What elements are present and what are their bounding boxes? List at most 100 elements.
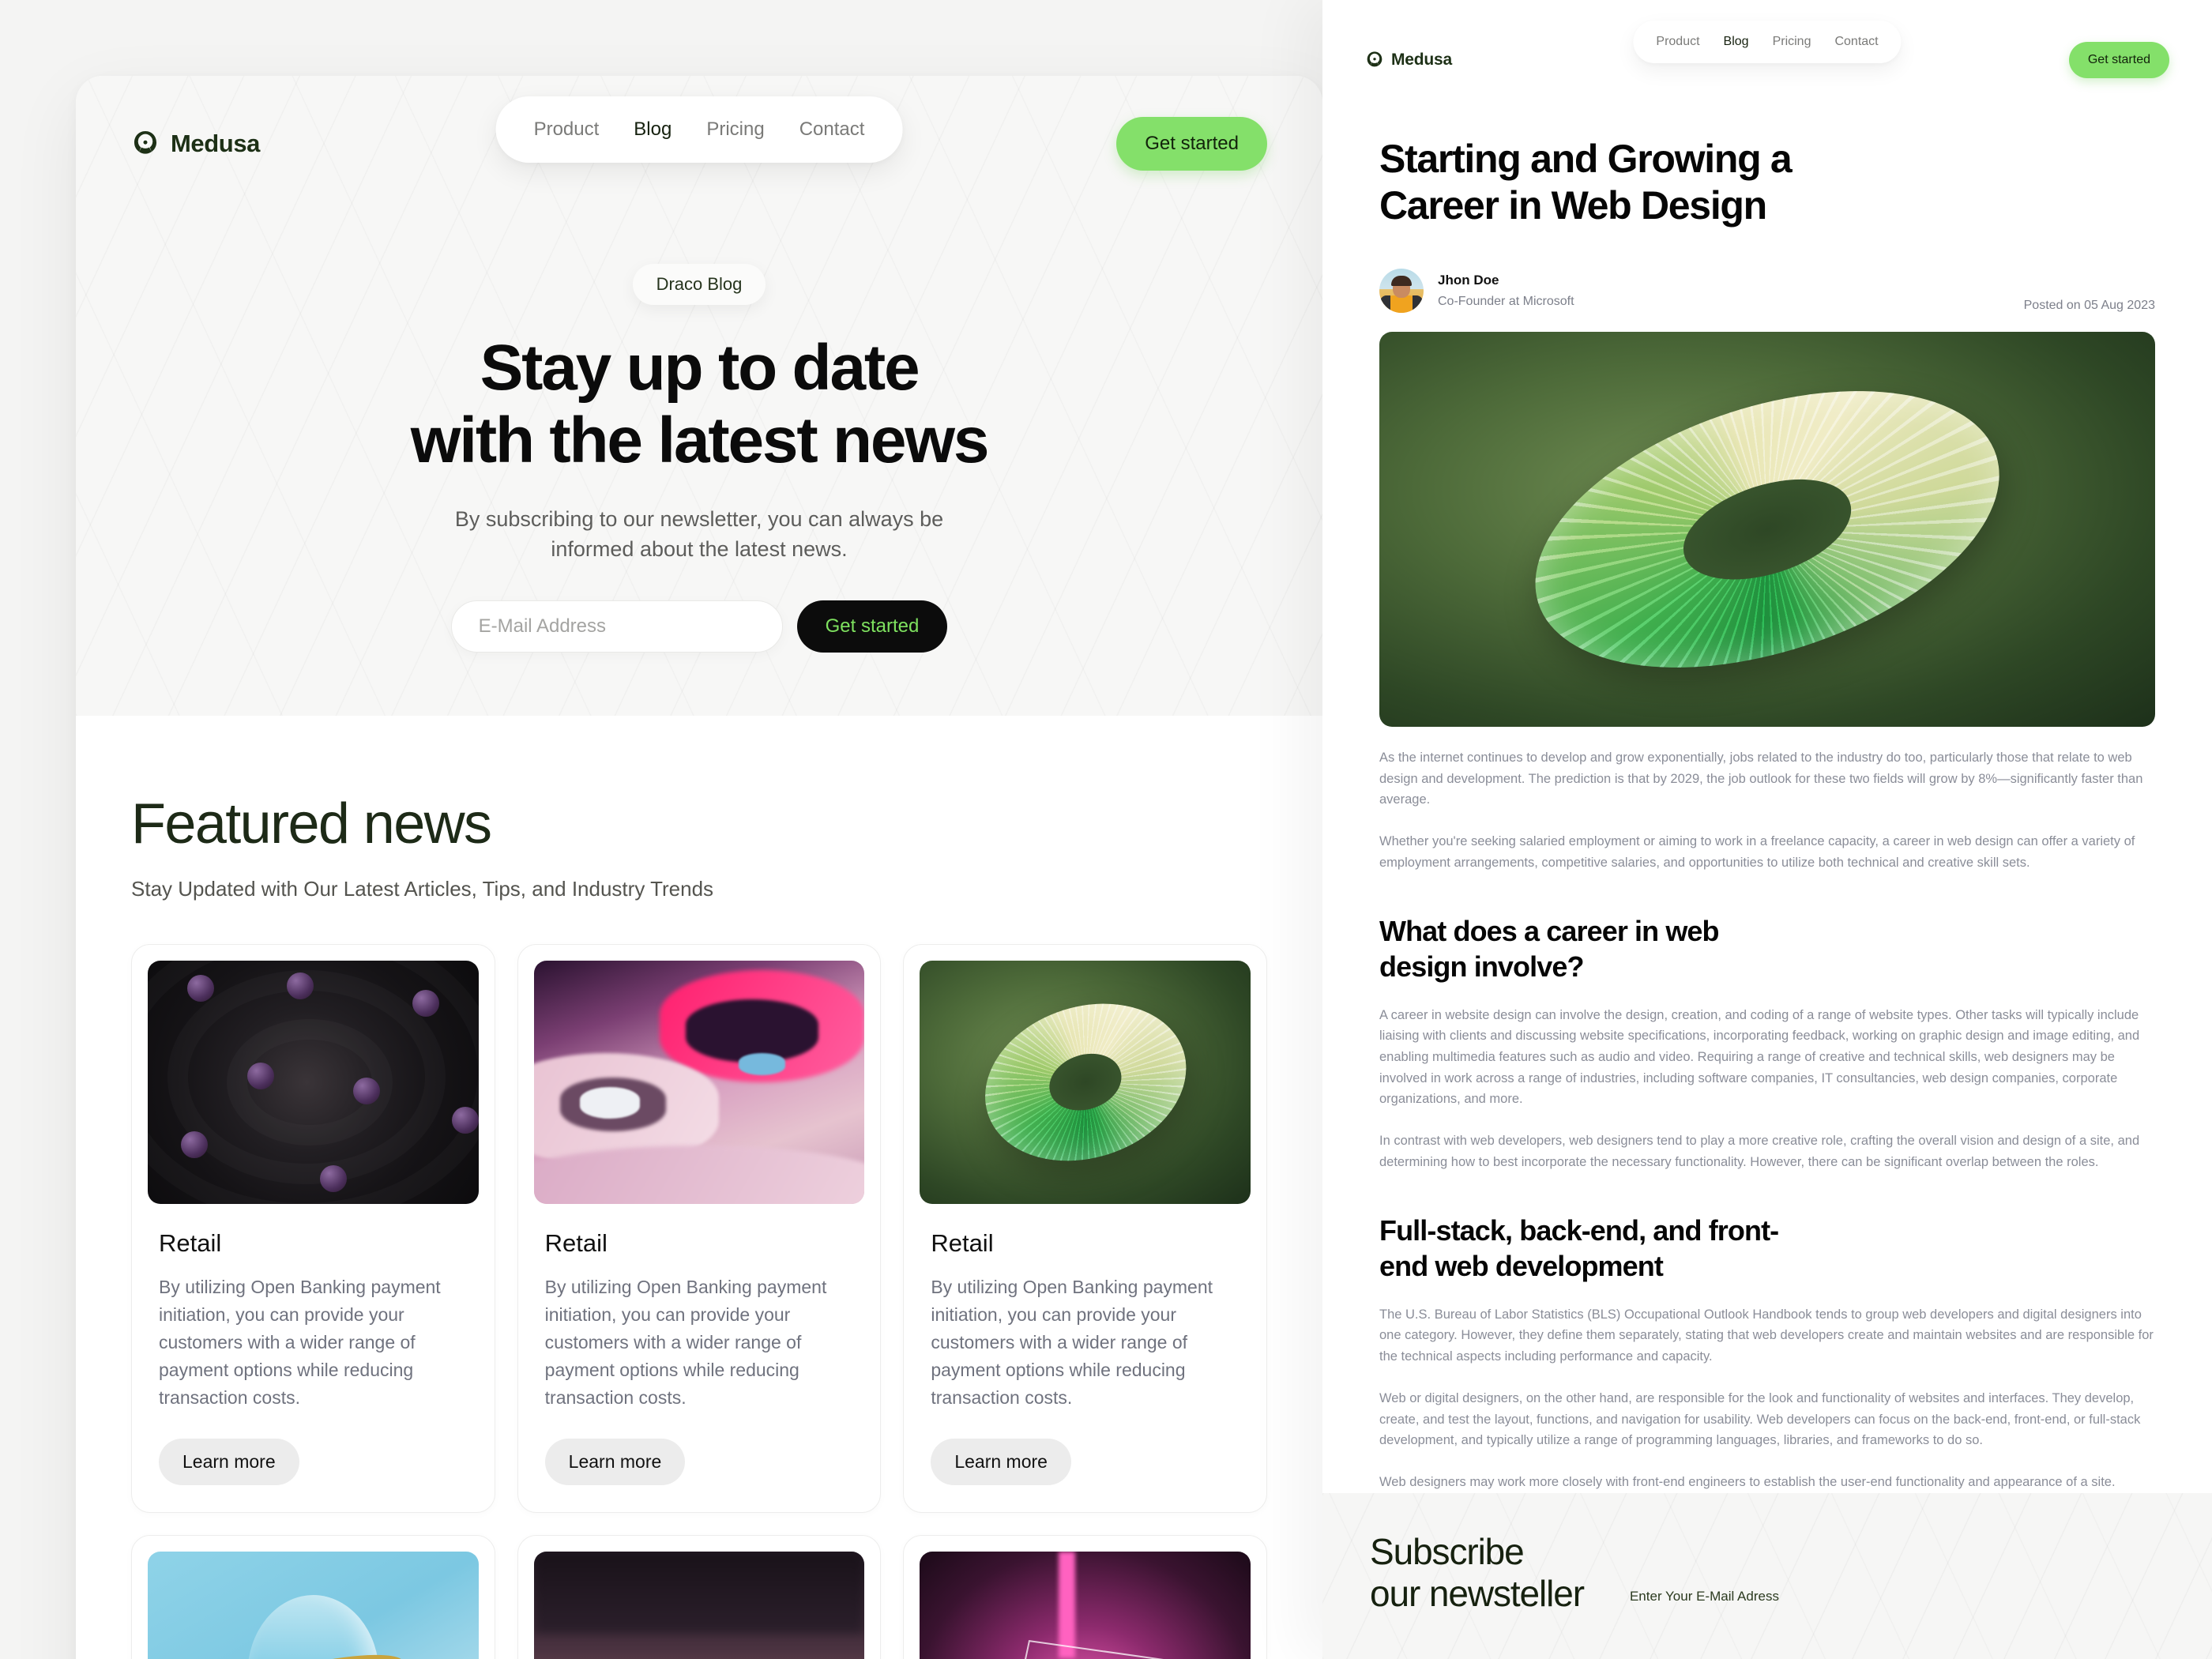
card-description: By utilizing Open Banking payment initia… xyxy=(544,1277,827,1408)
news-card[interactable]: Retail By utilizing Open Banking payment… xyxy=(903,944,1267,1513)
pink-cylinder-dark-thumbnail xyxy=(533,1551,865,1659)
card-body: Retail By utilizing Open Banking payment… xyxy=(920,1229,1251,1485)
site-header: Medusa Product Blog Pricing Contact Get … xyxy=(76,76,1322,171)
nav-item-contact[interactable]: Contact xyxy=(782,114,882,145)
featured-cards-row-2 xyxy=(131,1534,1267,1659)
featured-news-section: Featured news Stay Updated with Our Late… xyxy=(76,716,1322,1659)
author-block: Jhon Doe Co-Founder at Microsoft xyxy=(1438,273,1574,309)
subscribe-footer: Subscribe our newsteller Enter Your E-Ma… xyxy=(1322,1493,2212,1659)
posted-date: Posted on 05 Aug 2023 xyxy=(2023,299,2155,312)
learn-more-button[interactable]: Learn more xyxy=(931,1438,1071,1485)
pink-neon-waves-abstract-thumbnail xyxy=(533,961,865,1204)
card-title: Retail xyxy=(544,1229,608,1257)
nav-item-contact[interactable]: Contact xyxy=(1823,32,1890,52)
article-body: Starting and Growing a Career in Web Des… xyxy=(1322,93,2212,1493)
blog-landing-panel: Medusa Product Blog Pricing Contact Get … xyxy=(76,76,1322,1659)
subscribe-heading-line2: our newsteller xyxy=(1370,1573,1585,1615)
newsletter-form: Get started xyxy=(76,600,1322,653)
brand-name: Medusa xyxy=(1391,51,1452,69)
article-title-line1: Starting and Growing a xyxy=(1379,137,1793,181)
article-meta: Jhon Doe Co-Founder at Microsoft Posted … xyxy=(1379,269,2155,313)
card-image xyxy=(920,961,1251,1204)
subscribe-heading: Subscribe our newsteller xyxy=(1370,1531,1585,1616)
article-paragraph: Web designers may work more closely with… xyxy=(1379,1474,2116,1489)
header-get-started-button[interactable]: Get started xyxy=(2068,42,2169,78)
featured-cards-row-1: Retail By utilizing Open Banking payment… xyxy=(131,944,1267,1513)
card-description: By utilizing Open Banking payment initia… xyxy=(931,1277,1213,1408)
card-image xyxy=(148,961,479,1204)
article-paragraph: As the internet continues to develop and… xyxy=(1379,750,2143,807)
section2-heading-line2: design involve? xyxy=(1379,950,1584,983)
section3-heading-line2: end web development xyxy=(1379,1249,1664,1282)
brand-name: Medusa xyxy=(171,130,261,157)
article-paragraph: Web or digital designers, on the other h… xyxy=(1379,1390,2141,1448)
news-card[interactable] xyxy=(903,1534,1267,1659)
dark-spheres-abstract-thumbnail xyxy=(148,961,479,1204)
card-image xyxy=(533,1551,865,1659)
hero-subtitle: By subscribing to our newsletter, you ca… xyxy=(76,504,1322,565)
hero-title-line1: Stay up to date xyxy=(480,332,920,404)
newsletter-submit-button[interactable]: Get started xyxy=(796,600,948,653)
author-role: Co-Founder at Microsoft xyxy=(1438,295,1574,308)
nav-item-product[interactable]: Product xyxy=(1644,32,1711,52)
learn-more-button[interactable]: Learn more xyxy=(159,1438,299,1485)
brand-logo[interactable]: Medusa xyxy=(1365,51,1452,70)
screenshot-stage: Medusa Product Blog Pricing Contact Get … xyxy=(0,0,2212,1659)
green-fluted-torus-thumbnail xyxy=(920,961,1251,1204)
email-input[interactable] xyxy=(450,600,783,653)
article-paragraph: A career in website design can involve t… xyxy=(1379,1007,2140,1107)
section2-heading-line1: What does a career in web xyxy=(1379,914,1720,947)
green-fluted-torus-hero xyxy=(1379,332,2155,727)
article-section-heading: Full-stack, back-end, and front- end web… xyxy=(1379,1213,2155,1284)
hero-title-line2: with the latest news xyxy=(410,404,990,476)
hero-title: Stay up to date with the latest news xyxy=(76,332,1322,477)
main-nav: Product Blog Pricing Contact xyxy=(495,96,903,163)
nav-item-pricing[interactable]: Pricing xyxy=(689,114,781,145)
subscribe-email-label[interactable]: Enter Your E-Mail Adress xyxy=(1630,1589,1779,1604)
card-image xyxy=(920,1551,1251,1659)
card-body: Retail By utilizing Open Banking payment… xyxy=(534,1229,865,1485)
nav-item-pricing[interactable]: Pricing xyxy=(1761,32,1823,52)
featured-subheading: Stay Updated with Our Latest Articles, T… xyxy=(131,877,714,901)
hero-subtitle-line2: informed about the latest news. xyxy=(551,536,848,561)
news-card[interactable] xyxy=(517,1534,882,1659)
avatar xyxy=(1379,269,1424,313)
blue-sphere-ring-thumbnail xyxy=(148,1551,479,1659)
section3-heading-line1: Full-stack, back-end, and front- xyxy=(1379,1213,1779,1247)
medusa-logo-icon xyxy=(1367,51,1382,67)
hero-content: Draco Blog Stay up to date with the late… xyxy=(76,264,1322,653)
article-hero-image xyxy=(1379,332,2155,727)
medusa-logo-icon xyxy=(134,131,156,154)
article-site-header: Medusa Product Blog Pricing Contact Get … xyxy=(1322,0,2212,93)
article-title: Starting and Growing a Career in Web Des… xyxy=(1379,136,2155,229)
subscribe-heading-line1: Subscribe xyxy=(1370,1531,1525,1572)
article-detail-panel: Medusa Product Blog Pricing Contact Get … xyxy=(1322,0,2212,1659)
article-paragraph: In contrast with web developers, web des… xyxy=(1379,1134,2140,1169)
nav-item-blog[interactable]: Blog xyxy=(616,114,689,145)
news-card[interactable] xyxy=(131,1534,495,1659)
article-paragraph: The U.S. Bureau of Labor Statistics (BLS… xyxy=(1379,1307,2154,1364)
news-card[interactable]: Retail By utilizing Open Banking payment… xyxy=(517,944,882,1513)
card-title: Retail xyxy=(931,1229,994,1257)
header-get-started-button[interactable]: Get started xyxy=(1116,117,1267,171)
learn-more-button[interactable]: Learn more xyxy=(544,1438,686,1485)
nav-item-blog[interactable]: Blog xyxy=(1712,32,1761,52)
article-paragraph: Whether you're seeking salaried employme… xyxy=(1379,834,2135,870)
hero-subtitle-line1: By subscribing to our newsletter, you ca… xyxy=(454,506,944,531)
article-section-heading: What does a career in web design involve… xyxy=(1379,913,2155,984)
author-name: Jhon Doe xyxy=(1438,273,1499,288)
main-nav: Product Blog Pricing Contact xyxy=(1633,21,1902,63)
news-card[interactable]: Retail By utilizing Open Banking payment… xyxy=(131,944,495,1513)
nav-item-product[interactable]: Product xyxy=(517,114,617,145)
hero-section: Medusa Product Blog Pricing Contact Get … xyxy=(76,76,1322,716)
brand-logo[interactable]: Medusa xyxy=(131,130,260,158)
card-description: By utilizing Open Banking payment initia… xyxy=(159,1277,441,1408)
subscribe-content: Subscribe our newsteller Enter Your E-Ma… xyxy=(1322,1493,2212,1616)
featured-heading: Featured news xyxy=(131,792,492,856)
card-image xyxy=(533,961,865,1204)
hero-badge: Draco Blog xyxy=(632,264,766,305)
card-title: Retail xyxy=(159,1229,222,1257)
magenta-wireframe-thumbnail xyxy=(920,1551,1251,1659)
card-image xyxy=(148,1551,479,1659)
card-body: Retail By utilizing Open Banking payment… xyxy=(148,1229,479,1485)
